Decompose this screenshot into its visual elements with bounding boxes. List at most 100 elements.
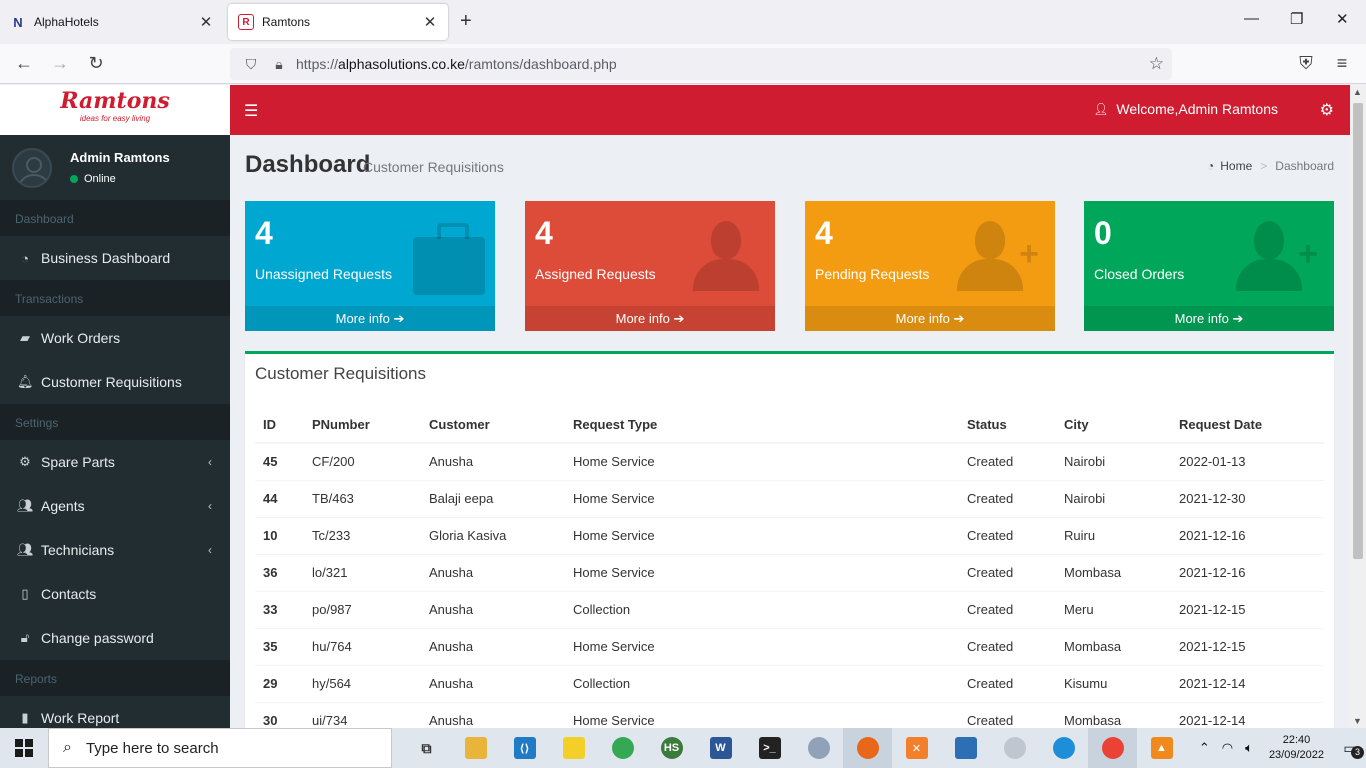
more-info-link[interactable]: More info ➔ <box>525 306 775 331</box>
notification-count: 3 <box>1351 745 1364 759</box>
terminal-icon[interactable]: >_ <box>745 728 794 768</box>
vscode-icon[interactable]: ⟨⟩ <box>500 728 549 768</box>
logo[interactable]: Ramtons ideas for easy living <box>0 85 230 135</box>
column-header[interactable]: Status <box>959 406 1056 444</box>
table-cell: Anusha <box>421 553 565 591</box>
vlc-icon[interactable]: ▲ <box>1137 728 1186 768</box>
notification-center-icon[interactable]: ▭ 3 <box>1334 740 1366 759</box>
shield-icon[interactable]: ⛉ <box>240 56 262 73</box>
column-header[interactable]: PNumber <box>304 406 421 444</box>
column-header[interactable]: City <box>1056 406 1171 444</box>
search-icon: ⌕ <box>63 739 72 756</box>
compass-icon[interactable] <box>794 728 843 768</box>
close-tab-icon[interactable]: ✕ <box>422 13 438 31</box>
table-row[interactable]: 10 Tc/233 Gloria Kasiva Home Service Created… <box>255 516 1324 554</box>
sidebar-item-business-dashboard[interactable]: ◔ Business Dashboard <box>0 236 230 280</box>
sidebar-item-contacts[interactable]: ▯ Contacts <box>0 572 230 616</box>
address-bar[interactable]: ⛉ 🔒︎ https://alphasolutions.co.ke/ramton… <box>230 48 1172 80</box>
restore-icon[interactable]: ❐ <box>1290 10 1303 28</box>
more-info-link[interactable]: More info ➔ <box>805 306 1055 331</box>
task-view-icon[interactable]: ⧉ <box>402 728 451 768</box>
wifi-icon[interactable]: ◠ <box>1222 740 1233 756</box>
file-explorer-icon[interactable] <box>451 728 500 768</box>
word-icon[interactable]: W <box>696 728 745 768</box>
tab-title: Ramtons <box>262 15 311 29</box>
close-tab-icon[interactable]: ✕ <box>198 13 214 31</box>
app-menu-icon[interactable]: ≡ <box>1331 53 1353 74</box>
table-cell: 35 <box>255 627 304 665</box>
column-header[interactable]: Request Type <box>565 406 959 444</box>
stat-count: 4 <box>815 215 833 251</box>
minimize-icon[interactable]: — <box>1244 10 1259 27</box>
windows-logo-icon <box>15 739 33 757</box>
reload-icon[interactable]: ↻ <box>85 53 107 74</box>
table-row[interactable]: 30 ui/734 Anusha Home Service Created Mombasa… <box>255 701 1324 728</box>
avatar <box>12 147 52 188</box>
column-header[interactable]: Customer <box>421 406 565 444</box>
table-row[interactable]: 33 po/987 Anusha Collection Created Meru 2021-… <box>255 590 1324 628</box>
sidebar-item-label: Agents <box>41 498 85 514</box>
page-subtitle: Customer Requisitions <box>363 159 504 175</box>
search-placeholder: Type here to search <box>85 739 219 757</box>
taskbar-search[interactable]: ⌕ Type here to search <box>48 728 392 768</box>
pocket-icon[interactable]: ⛨ <box>1295 53 1317 74</box>
table-cell: 2021-12-15 <box>1171 590 1324 628</box>
scroll-down-icon[interactable]: ▼ <box>1353 716 1362 726</box>
column-header[interactable]: Request Date <box>1171 406 1324 444</box>
tab-ramtons[interactable]: R Ramtons ✕ <box>228 4 448 40</box>
lock-icon[interactable]: 🔒︎ <box>268 56 290 73</box>
breadcrumb-home[interactable]: Home <box>1220 159 1252 173</box>
sidebar-item-work-orders[interactable]: ▰ Work Orders <box>0 316 230 360</box>
scrollbar-thumb[interactable] <box>1353 103 1363 559</box>
table-cell: TB/463 <box>304 479 421 517</box>
settings-gears-icon[interactable]: ⚙ <box>1320 100 1334 120</box>
table-cell: 2021-12-30 <box>1171 479 1324 517</box>
column-header[interactable]: ID <box>255 406 304 444</box>
chrome-active-icon[interactable] <box>1088 728 1137 768</box>
tab-alphahotels[interactable]: N AlphaHotels ✕ <box>0 4 224 40</box>
chrome-icon[interactable] <box>598 728 647 768</box>
user-menu[interactable]: 👤︎ Welcome,Admin Ramtons <box>1093 101 1278 117</box>
window-close-icon[interactable]: ✕ <box>1336 10 1349 28</box>
table-row[interactable]: 45 CF/200 Anusha Home Service Created Nairobi… <box>255 442 1324 480</box>
sticky-notes-icon[interactable] <box>549 728 598 768</box>
sidebar-item-change-password[interactable]: 🔓︎ Change password <box>0 616 230 660</box>
more-info-link[interactable]: More info ➔ <box>1084 306 1334 331</box>
forward-icon[interactable]: → <box>49 53 71 74</box>
page-scrollbar[interactable]: ▲ ▼ <box>1350 85 1366 728</box>
table-cell: lo/321 <box>304 553 421 591</box>
paint-icon[interactable] <box>990 728 1039 768</box>
arrow-circle-right-icon: ➔ <box>673 311 685 326</box>
sidebar-item-technicians[interactable]: 👥︎ Technicians ‹ <box>0 528 230 572</box>
chevron-up-icon[interactable]: ⌃ <box>1199 740 1210 756</box>
sidebar-item-spare-parts[interactable]: ⚙ Spare Parts ‹ <box>0 440 230 484</box>
bookmark-star-icon[interactable]: ☆ <box>1149 54 1164 74</box>
clock[interactable]: 22:40 23/09/2022 <box>1269 733 1324 763</box>
menu-header-settings: Settings <box>0 404 230 440</box>
hamburger-menu-icon[interactable]: ☰ <box>244 101 258 121</box>
table-cell: Created <box>959 442 1056 480</box>
table-row[interactable]: 29 hy/564 Anusha Collection Created Kisumu 202… <box>255 664 1324 702</box>
dashboard-icon: ◔ <box>1207 159 1215 173</box>
stat-label: Unassigned Requests <box>255 266 392 282</box>
heidisql-icon[interactable]: HS <box>647 728 696 768</box>
photos-icon[interactable] <box>941 728 990 768</box>
xampp-icon[interactable]: ✕ <box>892 728 941 768</box>
table-row[interactable]: 44 TB/463 Balaji eepa Home Service Created Na… <box>255 479 1324 517</box>
start-button[interactable] <box>0 728 48 768</box>
volume-icon[interactable]: 🔈︎ <box>1245 740 1253 756</box>
table-row[interactable]: 36 lo/321 Anusha Home Service Created Mombasa… <box>255 553 1324 591</box>
table-row[interactable]: 35 hu/764 Anusha Home Service Created Mombasa… <box>255 627 1324 665</box>
table-cell: hu/764 <box>304 627 421 665</box>
back-icon[interactable]: ← <box>13 53 35 74</box>
sidebar-item-work-report[interactable]: ▮ Work Report <box>0 696 230 728</box>
edge-icon[interactable] <box>1039 728 1088 768</box>
table-cell: 44 <box>255 479 304 517</box>
sidebar-item-customer-requisitions[interactable]: 🔔︎ Customer Requisitions <box>0 360 230 404</box>
more-info-link[interactable]: More info ➔ <box>245 306 495 331</box>
sidebar-item-agents[interactable]: 👥︎ Agents ‹ <box>0 484 230 528</box>
browser-nav-bar: ← → ↻ ⛉ 🔒︎ https://alphasolutions.co.ke /… <box>0 44 1366 84</box>
scroll-up-icon[interactable]: ▲ <box>1353 87 1362 97</box>
new-tab-icon[interactable]: + <box>460 10 472 33</box>
firefox-icon[interactable] <box>843 728 892 768</box>
